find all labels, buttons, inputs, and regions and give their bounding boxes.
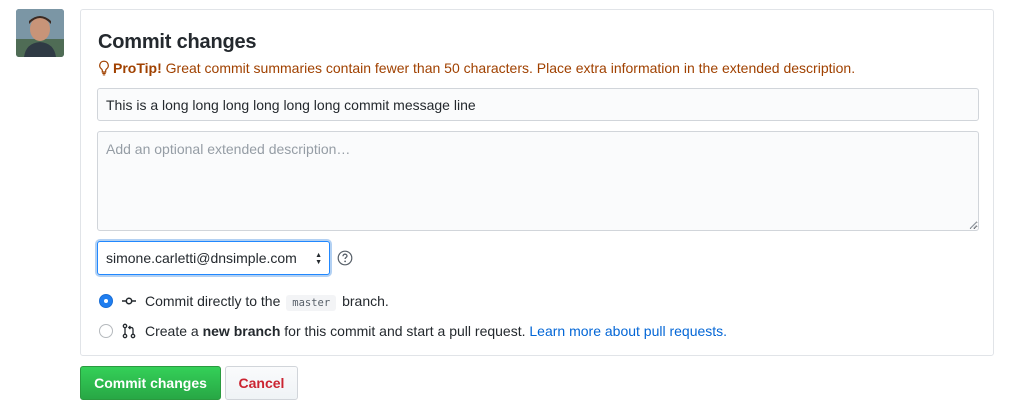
commit-form-panel: Commit changes ProTip! Great commit summ…: [80, 9, 994, 356]
new-branch-bold: new branch: [202, 323, 281, 339]
git-pull-request-icon: [122, 323, 136, 339]
commit-form-title: Commit changes: [98, 31, 257, 53]
extended-description-input[interactable]: [97, 131, 979, 231]
protip-label: ProTip!: [113, 60, 162, 76]
avatar-image: [16, 9, 64, 57]
new-branch-label: Create a new branch for this commit and …: [145, 322, 727, 340]
question-icon[interactable]: [337, 250, 353, 266]
commit-direct-suffix: branch.: [338, 293, 389, 309]
cancel-button[interactable]: Cancel: [225, 366, 298, 400]
author-email-value: simone.carletti@dnsimple.com: [106, 250, 297, 266]
light-bulb-icon: [98, 60, 110, 79]
branch-name: master: [286, 295, 337, 311]
chevron-up-down-icon: ▲ ▼: [315, 252, 322, 266]
protip-message: ProTip! Great commit summaries contain f…: [98, 60, 855, 79]
new-branch-prefix: Create a: [145, 323, 203, 339]
commit-direct-label: Commit directly to the master branch.: [145, 292, 389, 312]
new-branch-suffix: for this commit and start a pull request…: [280, 323, 530, 339]
protip-text: Great commit summaries contain fewer tha…: [161, 60, 856, 76]
learn-more-pull-requests-link[interactable]: Learn more about pull requests.: [529, 323, 727, 339]
commit-changes-button[interactable]: Commit changes: [80, 366, 221, 400]
author-email-select[interactable]: simone.carletti@dnsimple.com ▲ ▼: [97, 241, 330, 275]
commit-summary-input[interactable]: [97, 88, 979, 121]
new-branch-radio[interactable]: [99, 324, 113, 338]
commit-direct-option[interactable]: Commit directly to the master branch.: [99, 291, 499, 311]
new-branch-option[interactable]: Create a new branch for this commit and …: [99, 321, 859, 341]
avatar: [16, 9, 64, 57]
git-commit-icon: [122, 297, 136, 305]
resize-handle-icon[interactable]: [969, 221, 977, 229]
commit-direct-radio[interactable]: [99, 294, 113, 308]
commit-direct-prefix: Commit directly to the: [145, 293, 285, 309]
